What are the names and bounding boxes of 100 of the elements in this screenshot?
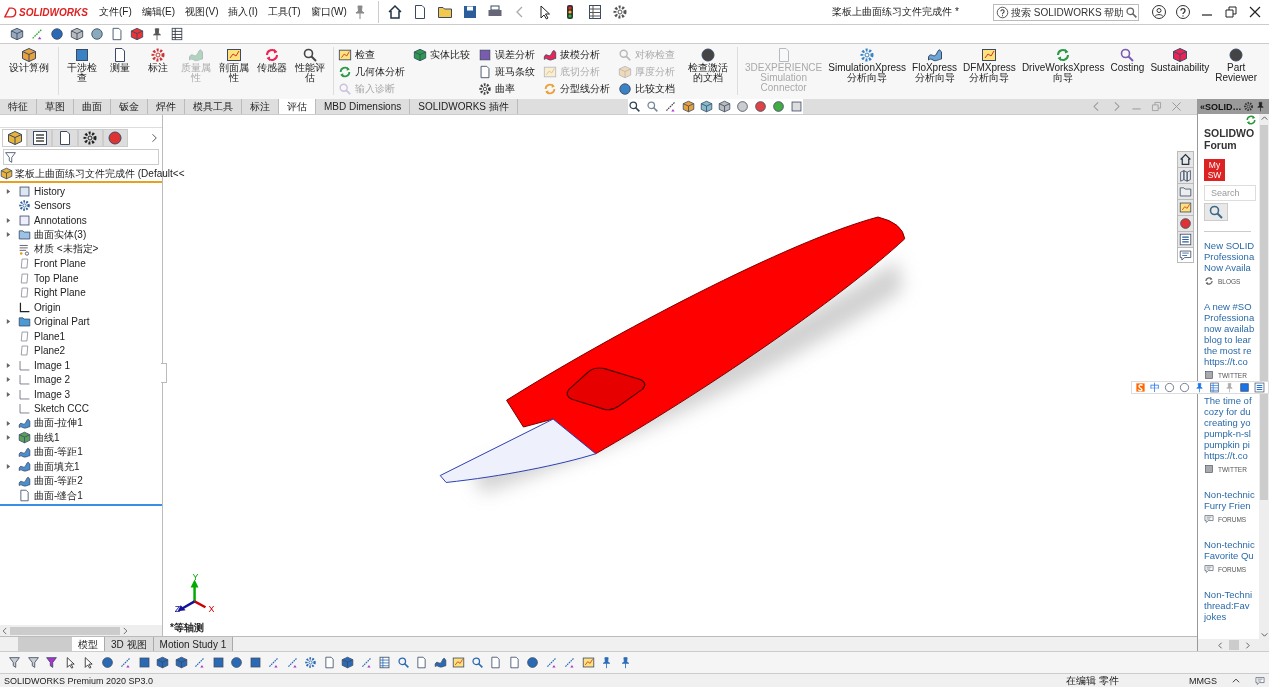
tree-item[interactable]: History xyxy=(34,185,66,197)
tree-item[interactable]: 曲线1 xyxy=(34,430,60,445)
settings-icon[interactable] xyxy=(611,4,628,20)
line-icon[interactable] xyxy=(285,656,299,669)
tree-item[interactable]: Image 1 xyxy=(34,359,71,371)
square-icon[interactable] xyxy=(248,656,262,669)
ribbon-button[interactable]: SimulationXpress 分析向导 xyxy=(825,47,910,93)
menu-item[interactable]: 视图(V) xyxy=(180,5,224,19)
expand-arrow-icon[interactable] xyxy=(6,434,11,442)
ribbon-button[interactable]: 检查 xyxy=(338,47,405,63)
settings-icon[interactable] xyxy=(1242,101,1254,112)
document-icon[interactable] xyxy=(110,27,124,41)
search-icon[interactable] xyxy=(396,656,410,669)
tree-item[interactable]: 曲面-等距1 xyxy=(34,445,83,460)
post-link[interactable]: New SOLID Professiona Now Availa xyxy=(1204,240,1259,273)
ribbon-tab[interactable]: 草图 xyxy=(37,99,74,114)
tree-item[interactable]: 曲面填充1 xyxy=(34,459,80,474)
zoom-icon[interactable] xyxy=(627,100,641,113)
ime-logo-icon[interactable] xyxy=(1135,382,1146,393)
line-icon[interactable] xyxy=(359,656,373,669)
tree-item[interactable]: Origin xyxy=(34,301,61,313)
panel-handle[interactable] xyxy=(161,363,167,383)
expand-arrow-icon[interactable] xyxy=(6,216,11,224)
expand-arrow-icon[interactable] xyxy=(6,463,11,471)
help-icon[interactable] xyxy=(1175,4,1191,20)
line-icon[interactable] xyxy=(267,656,280,669)
cursor-icon[interactable] xyxy=(82,656,95,669)
scroll-thumb[interactable] xyxy=(1260,125,1268,500)
ribbon-button[interactable]: 干涉检查 xyxy=(63,47,101,83)
tree-item[interactable]: Plane1 xyxy=(34,330,66,342)
post-link[interactable]: Non-technic Favorite Qu xyxy=(1204,539,1259,561)
task-pane-tab[interactable] xyxy=(1177,215,1194,231)
cube-icon[interactable] xyxy=(10,27,24,41)
post-link[interactable]: Non-technic Furry Frien xyxy=(1204,489,1259,511)
tree-item[interactable]: Original Part xyxy=(34,316,90,328)
pin-icon[interactable] xyxy=(150,27,164,41)
tree-item[interactable]: Sensors xyxy=(34,200,71,212)
filter-icon[interactable] xyxy=(26,656,40,669)
mysw-badge[interactable]: My SW xyxy=(1204,159,1225,181)
ribbon-button[interactable]: 比较文档 xyxy=(618,81,675,97)
ribbon-button[interactable]: 拔模分析 xyxy=(543,47,610,63)
line-icon[interactable] xyxy=(563,656,576,669)
tree-item[interactable]: Plane2 xyxy=(34,345,66,357)
keyboard-icon[interactable] xyxy=(1209,382,1220,393)
table-icon[interactable] xyxy=(586,4,603,20)
tree-item[interactable]: Image 3 xyxy=(34,388,71,400)
restore-icon[interactable] xyxy=(1223,4,1239,20)
color-cube-icon[interactable] xyxy=(130,27,144,41)
panel-tab[interactable] xyxy=(77,129,103,147)
sheet-tab[interactable]: 3D 视图 xyxy=(105,637,154,651)
ribbon-button[interactable]: 分型线分析 xyxy=(543,81,610,97)
ribbon-tab[interactable]: MBD Dimensions xyxy=(316,99,411,114)
scroll-thumb[interactable] xyxy=(1228,640,1239,650)
ribbon-button[interactable]: DriveWorksXpress 向导 xyxy=(1018,47,1108,93)
shape-icon[interactable] xyxy=(70,27,84,41)
tree-item[interactable]: 曲面-缝合1 xyxy=(34,488,83,503)
line-icon[interactable] xyxy=(193,656,206,669)
shape-icon[interactable] xyxy=(90,27,104,41)
cube-icon[interactable] xyxy=(699,100,713,113)
ribbon-button[interactable]: Part Reviewer xyxy=(1212,47,1260,93)
ribbon-button[interactable]: Sustainability xyxy=(1147,47,1213,93)
filter-field[interactable] xyxy=(3,149,159,165)
filter-icon[interactable] xyxy=(45,656,58,669)
square-icon[interactable] xyxy=(211,656,225,669)
ball-icon[interactable] xyxy=(230,656,243,669)
post-link[interactable]: Non-Techni thread:Fav jokes xyxy=(1204,589,1259,622)
ball-icon[interactable] xyxy=(50,27,64,41)
chart-icon[interactable] xyxy=(581,656,595,669)
search-icon[interactable] xyxy=(470,656,484,669)
chart-icon[interactable] xyxy=(452,656,465,669)
menu-item[interactable]: 工具(T) xyxy=(262,5,306,19)
expand-arrow-icon[interactable] xyxy=(6,376,11,384)
tree-item[interactable]: Right Plane xyxy=(34,287,86,299)
ribbon-button[interactable]: 性能评估 xyxy=(291,47,329,83)
scrollbar[interactable] xyxy=(0,625,162,636)
scrollbar[interactable] xyxy=(1198,639,1269,651)
panel-tab[interactable] xyxy=(27,129,53,147)
cube-icon[interactable] xyxy=(174,656,188,669)
panel-tab[interactable] xyxy=(52,129,78,147)
chat-icon[interactable] xyxy=(1255,675,1265,686)
menu-item[interactable]: 窗口(W) xyxy=(305,5,352,19)
ribbon-button[interactable]: 剖面属性 xyxy=(215,47,253,83)
ribbon-button[interactable]: DFMXpress 分析向导 xyxy=(960,47,1019,93)
ime-mode[interactable]: 中 xyxy=(1150,380,1160,395)
menu-item[interactable]: 编辑(E) xyxy=(136,5,181,19)
menu-item[interactable]: 文件(F) xyxy=(94,5,137,19)
panel-tab[interactable] xyxy=(102,129,128,147)
menu-item[interactable]: 插入(I) xyxy=(223,5,263,19)
refresh-icon[interactable] xyxy=(1245,114,1257,126)
expand-arrow-icon[interactable] xyxy=(6,419,11,427)
ribbon-tab[interactable]: 钣金 xyxy=(111,99,148,114)
ribbon-button[interactable]: 实体比较 xyxy=(413,47,470,63)
square-icon[interactable] xyxy=(137,656,151,669)
task-pane-tab[interactable] xyxy=(1177,247,1194,263)
ribbon-button[interactable]: 斑马条纹 xyxy=(478,64,535,80)
gear-icon[interactable] xyxy=(304,656,317,669)
folder-icon[interactable] xyxy=(436,4,453,20)
line-icon[interactable] xyxy=(119,656,132,669)
expand-arrow-icon[interactable] xyxy=(6,390,11,398)
ribbon-tab[interactable]: 特征 xyxy=(0,99,37,114)
